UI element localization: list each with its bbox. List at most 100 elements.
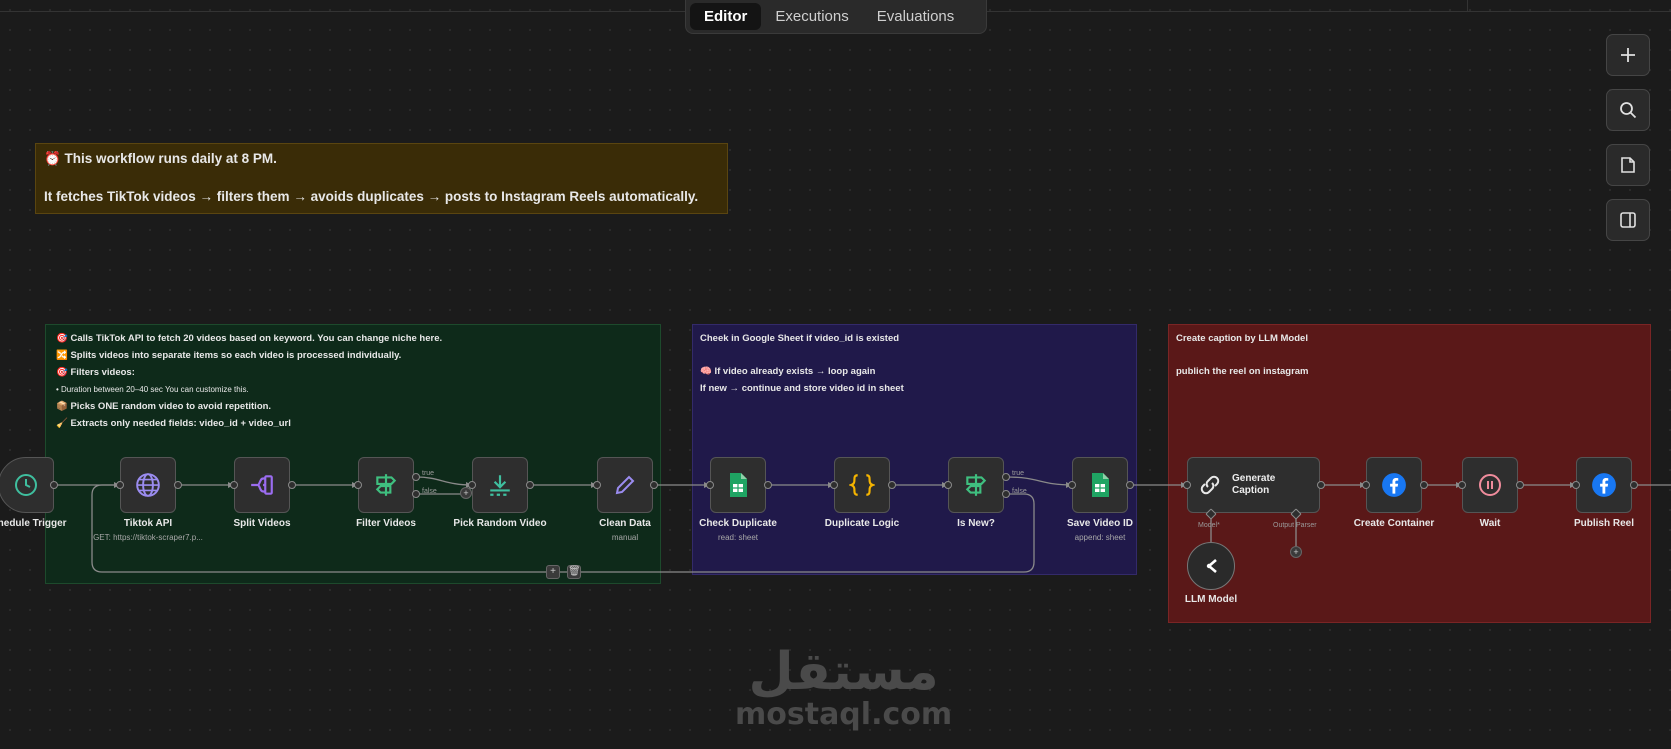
note-text: 🧹 Extracts only needed fields: video_id … <box>56 418 291 429</box>
input-port[interactable] <box>830 481 838 489</box>
node-wait[interactable] <box>1462 457 1518 513</box>
output-port[interactable] <box>526 481 534 489</box>
node-schedule-trigger[interactable] <box>0 457 54 513</box>
false-output-port[interactable] <box>412 490 420 498</box>
node-publish-reel[interactable] <box>1576 457 1632 513</box>
note-text: 🎯 Calls TikTok API to fetch 20 videos ba… <box>56 333 443 344</box>
input-port[interactable] <box>706 481 714 489</box>
search-nodes-button[interactable] <box>1606 89 1650 131</box>
input-port[interactable] <box>1068 481 1076 489</box>
input-port[interactable] <box>468 481 476 489</box>
true-output-port[interactable] <box>1002 473 1010 481</box>
note-text: 🧠 If video already exists → loop again <box>700 366 876 377</box>
input-port[interactable] <box>593 481 601 489</box>
link-icon <box>1200 475 1220 495</box>
node-label: Check Duplicate <box>699 518 777 529</box>
node-tiktok-api[interactable] <box>120 457 176 513</box>
output-port[interactable] <box>1126 481 1134 489</box>
input-port[interactable] <box>1362 481 1370 489</box>
output-port[interactable] <box>650 481 658 489</box>
code-braces-icon <box>849 474 875 496</box>
sheets-icon <box>1092 473 1109 497</box>
note-text: 🔀 Splits videos into separate items so e… <box>56 350 402 361</box>
true-label: true <box>422 470 435 477</box>
node-create-container[interactable] <box>1366 457 1422 513</box>
clock-icon <box>15 474 37 496</box>
input-port[interactable] <box>354 481 362 489</box>
node-generate-caption[interactable]: Generate Caption <box>1187 457 1320 513</box>
output-port[interactable] <box>288 481 296 489</box>
facebook-icon <box>1382 473 1406 497</box>
true-output-port[interactable] <box>412 473 420 481</box>
edge-add-button[interactable]: + <box>546 565 560 579</box>
node-subtitle: append: sheet <box>1074 533 1126 542</box>
input-port[interactable] <box>1458 481 1466 489</box>
sticky-note-schedule[interactable]: ⏰ This workflow runs daily at 8 PM. It f… <box>35 143 728 214</box>
note-text: 🎯 Filters videos: <box>56 367 135 378</box>
node-split-videos[interactable] <box>234 457 290 513</box>
output-port[interactable] <box>1516 481 1524 489</box>
false-label: false <box>422 488 437 495</box>
tab-evaluations[interactable]: Evaluations <box>863 3 969 30</box>
node-llm-model[interactable] <box>1187 542 1235 590</box>
download-icon <box>490 475 510 496</box>
signpost-icon <box>965 474 987 496</box>
output-port[interactable] <box>1317 481 1325 489</box>
plus-icon <box>1621 48 1635 62</box>
model-port-label: Model* <box>1198 522 1220 529</box>
pause-icon <box>1479 474 1501 496</box>
false-label: false <box>1012 488 1027 495</box>
node-subtitle: read: sheet <box>717 533 759 542</box>
add-sticky-note-button[interactable] <box>1606 144 1650 186</box>
note-text: 📦 Picks ONE random video to avoid repeti… <box>56 401 272 412</box>
node-pick-random-video[interactable] <box>472 457 528 513</box>
note-text: It fetches TikTok videos → filters them … <box>44 189 699 204</box>
search-icon <box>1620 102 1637 119</box>
node-check-duplicate[interactable] <box>710 457 766 513</box>
toggle-panel-button[interactable] <box>1606 199 1650 241</box>
output-port[interactable] <box>174 481 182 489</box>
node-is-new[interactable] <box>948 457 1004 513</box>
watermark-arabic: مستقل <box>748 642 939 702</box>
facebook-icon <box>1592 473 1616 497</box>
watermark: مستقل mostaql.com <box>735 642 952 732</box>
input-port[interactable] <box>944 481 952 489</box>
note-text: Cheek in Google Sheet if video_id is exi… <box>700 333 900 344</box>
output-port[interactable] <box>50 481 58 489</box>
output-port[interactable] <box>764 481 772 489</box>
llm-icon <box>1206 559 1217 573</box>
tab-executions[interactable]: Executions <box>761 3 862 30</box>
globe-icon <box>136 473 160 497</box>
canvas-divider <box>1467 0 1468 12</box>
sticky-note-fetch[interactable]: 🎯 Calls TikTok API to fetch 20 videos ba… <box>45 324 661 584</box>
input-port[interactable] <box>116 481 124 489</box>
node-label: Split Videos <box>233 518 291 529</box>
panel-icon <box>1620 212 1636 228</box>
node-label: Is New? <box>957 518 995 529</box>
split-icon <box>251 475 273 495</box>
node-clean-data[interactable] <box>597 457 653 513</box>
output-port[interactable] <box>1420 481 1428 489</box>
edge-delete-button[interactable]: 🗑 <box>567 565 581 579</box>
note-text: ⏰ This workflow runs daily at 8 PM. <box>44 151 277 166</box>
add-output-parser-button[interactable]: + <box>1290 546 1302 558</box>
tab-editor[interactable]: Editor <box>690 3 762 30</box>
add-node-button[interactable] <box>1606 34 1650 76</box>
input-port[interactable] <box>1183 481 1191 489</box>
node-save-video-id[interactable] <box>1072 457 1128 513</box>
node-duplicate-logic[interactable] <box>834 457 890 513</box>
sheets-icon <box>730 473 747 497</box>
note-text: If new → continue and store video id in … <box>700 383 904 394</box>
node-filter-videos[interactable] <box>358 457 414 513</box>
false-output-port[interactable] <box>1002 490 1010 498</box>
output-port[interactable] <box>888 481 896 489</box>
node-label: Save Video ID <box>1067 518 1133 529</box>
note-text: Create caption by LLM Model <box>1176 333 1308 344</box>
input-port[interactable] <box>1572 481 1580 489</box>
pencil-icon <box>615 475 635 495</box>
node-label: Generate Caption <box>1232 473 1276 496</box>
output-port[interactable] <box>1630 481 1638 489</box>
true-label: true <box>1012 470 1025 477</box>
parser-port-label: Output Parser <box>1273 522 1317 529</box>
input-port[interactable] <box>230 481 238 489</box>
